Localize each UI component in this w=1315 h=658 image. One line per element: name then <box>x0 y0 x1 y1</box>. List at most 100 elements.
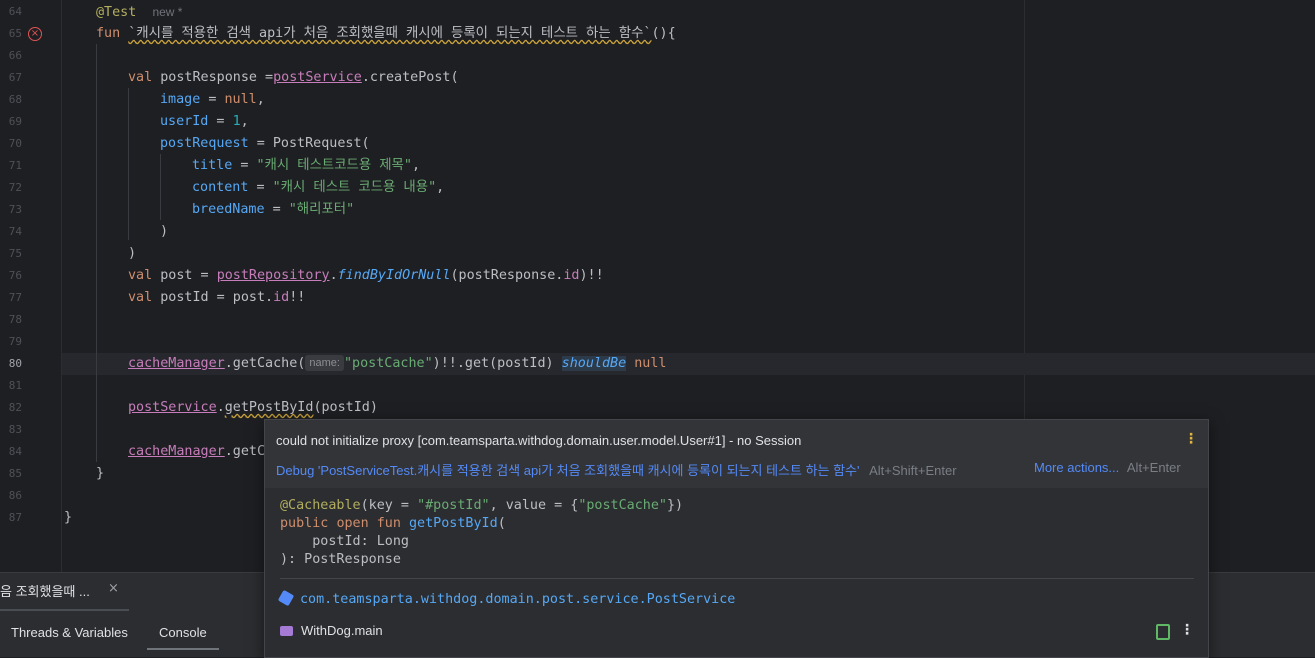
line-number: 75 <box>8 247 22 260</box>
code-line-77[interactable]: val postId = post.id!! <box>128 287 305 309</box>
close-icon[interactable]: × <box>108 581 119 596</box>
infix-function: shouldBe <box>561 356 627 371</box>
indent-guide <box>160 154 161 220</box>
code-text: (){ <box>651 26 676 41</box>
code-line-87[interactable]: } <box>64 507 72 529</box>
package-link[interactable]: com.teamsparta.withdog.domain.post.servi… <box>277 589 736 607</box>
code-text: } <box>64 510 73 525</box>
more-actions-shortcut: Alt+Enter <box>1126 460 1181 475</box>
error-message: could not initialize proxy [com.teamspar… <box>276 433 802 448</box>
debug-shortcut: Alt+Shift+Enter <box>869 463 957 478</box>
code-line-73[interactable]: breedName = "해리포터" <box>192 199 354 221</box>
function-name: `캐시를 적용한 검색 api가 처음 조회했을때 캐시에 등록이 되는지 테스… <box>128 26 652 41</box>
line-number: 83 <box>8 423 22 436</box>
string: "postCache" <box>578 498 667 513</box>
string: "캐시 테스트 코드용 내용" <box>272 180 437 195</box>
code-line-75[interactable]: ) <box>128 243 136 265</box>
gutter-separator <box>61 0 62 572</box>
code-line-68[interactable]: image = null, <box>160 89 265 111</box>
field-ref: cacheManager <box>128 444 225 459</box>
code-text: (postId) <box>313 400 378 415</box>
more-actions-link[interactable]: More actions... <box>1034 460 1119 475</box>
keyword: val <box>128 70 153 85</box>
new-tag: new * <box>152 5 183 19</box>
test-failed-icon[interactable]: × <box>28 27 42 41</box>
code-text: )!! <box>579 268 604 283</box>
keyword: null <box>224 92 257 107</box>
package-name: com.teamsparta.withdog.domain.post.servi… <box>300 592 736 607</box>
tab-console[interactable]: Console <box>159 625 207 640</box>
code-text: postId = post. <box>152 290 274 305</box>
open-in-editor-icon[interactable] <box>1156 624 1170 640</box>
code-text: = PostRequest( <box>248 136 370 151</box>
code-line-74[interactable]: ) <box>160 221 168 243</box>
more-options-icon[interactable]: ⋮ <box>1180 622 1194 638</box>
property: id <box>563 268 580 283</box>
code-text: .getC <box>224 444 266 459</box>
doc-line: postId: Long <box>280 534 409 549</box>
number: 1 <box>232 114 241 129</box>
code-text: ) <box>128 246 137 261</box>
code-line-69[interactable]: userId = 1, <box>160 111 249 133</box>
debug-session-tab[interactable]: 음 조회했을때 ... <box>0 581 90 600</box>
indent-guide <box>96 44 97 462</box>
more-options-icon[interactable]: ⋮ <box>1184 431 1198 447</box>
named-arg: postRequest <box>160 136 249 151</box>
method-call: getPostById <box>224 400 314 415</box>
extension-function: findByIdOrNull <box>337 268 451 283</box>
line-number: 78 <box>8 313 22 326</box>
keyword: fun <box>96 26 121 41</box>
code-line-76[interactable]: val post = postRepository.findByIdOrNull… <box>128 265 604 287</box>
line-number: 77 <box>8 291 22 304</box>
code-text: , <box>411 158 421 173</box>
debug-action-link[interactable]: Debug 'PostServiceTest.캐시를 적용한 검색 api가 처… <box>276 463 860 478</box>
package-icon <box>277 589 295 607</box>
code-text: = <box>208 114 233 129</box>
code-line-84[interactable]: cacheManager.getC <box>128 441 265 463</box>
named-arg: title <box>192 158 233 173</box>
code-text: (postResponse. <box>450 268 564 283</box>
code-line-67[interactable]: val postResponse =postService.createPost… <box>128 67 459 89</box>
code-line-65[interactable]: fun `캐시를 적용한 검색 api가 처음 조회했을때 캐시에 등록이 되는… <box>96 23 676 45</box>
line-number: 76 <box>8 269 22 282</box>
keyword: fun <box>376 516 401 531</box>
line-number: 81 <box>8 379 22 392</box>
code-text: !! <box>289 290 306 305</box>
code-text: (key = <box>360 498 418 513</box>
code-text: , <box>436 180 445 195</box>
tab-threads-variables[interactable]: Threads & Variables <box>11 625 128 640</box>
code-text: = <box>264 202 289 217</box>
code-line-72[interactable]: content = "캐시 테스트 코드용 내용", <box>192 177 444 199</box>
code-line-80[interactable]: cacheManager.getCache(name: "postCache")!… <box>128 353 666 375</box>
line-number: 85 <box>8 467 22 480</box>
keyword: null <box>634 356 667 371</box>
string: "postCache" <box>343 356 433 371</box>
module-name: WithDog.main <box>301 623 383 638</box>
line-number: 71 <box>8 159 22 172</box>
line-number: 74 <box>8 225 22 238</box>
code-line-71[interactable]: title = "캐시 테스트코드용 제목", <box>192 155 420 177</box>
keyword: open <box>336 516 369 531</box>
code-text: .createPost( <box>361 70 459 85</box>
keyword: val <box>128 268 153 283</box>
line-gutter[interactable]: 64 65 66 67 68 69 70 71 72 73 74 75 76 7… <box>0 0 62 572</box>
string: "해리포터" <box>288 202 355 217</box>
code-line-82[interactable]: postService.getPostById(postId) <box>128 397 378 419</box>
field-ref: postService <box>128 400 217 415</box>
line-number: 82 <box>8 401 22 414</box>
named-arg: breedName <box>192 202 265 217</box>
code-text: = <box>200 92 225 107</box>
code-line-85[interactable]: } <box>96 463 104 485</box>
code-text: , <box>240 114 249 129</box>
code-line-64[interactable]: @Test new * <box>96 1 182 24</box>
code-line-70[interactable]: postRequest = PostRequest( <box>160 133 370 155</box>
line-number: 73 <box>8 203 22 216</box>
line-number: 70 <box>8 137 22 150</box>
code-text: = <box>248 180 273 195</box>
code-text: . <box>216 400 225 415</box>
doc-line: @Cacheable(key = "#postId", value = {"po… <box>280 497 683 515</box>
line-number: 87 <box>8 511 22 524</box>
code-text: = <box>232 158 257 173</box>
line-number: 84 <box>8 445 22 458</box>
